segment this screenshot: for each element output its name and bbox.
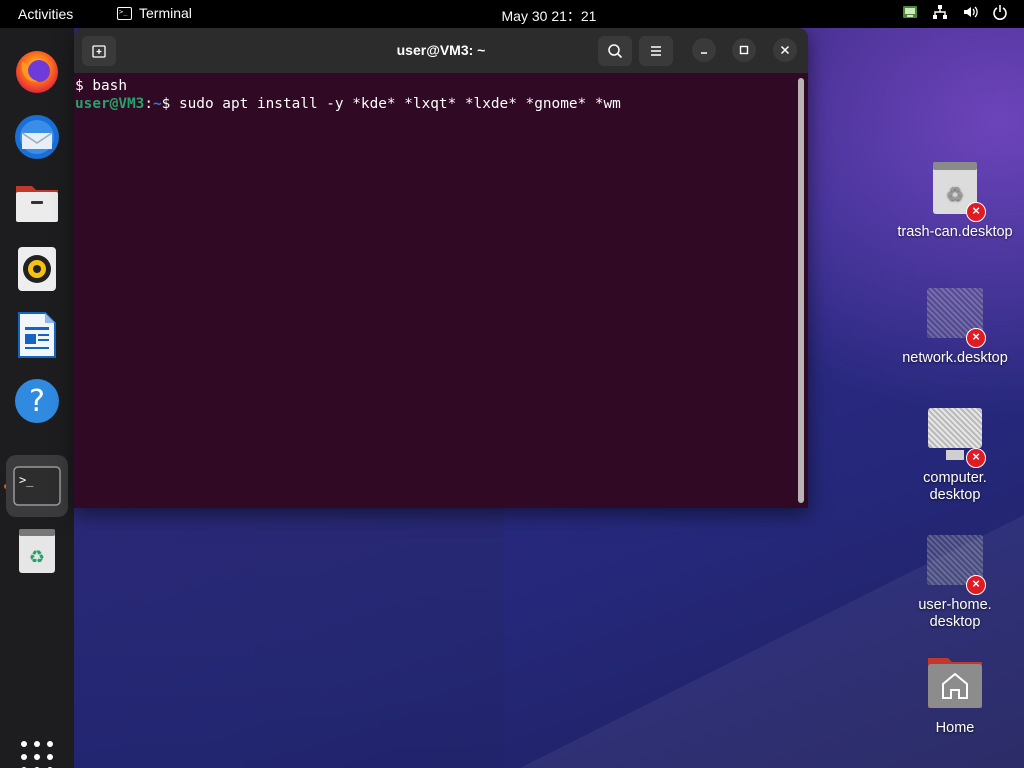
trash-file-icon: ♻ × xyxy=(926,160,986,222)
hamburger-menu-icon xyxy=(651,46,661,56)
minimize-icon xyxy=(701,52,707,54)
files-icon[interactable] xyxy=(12,178,62,228)
terminal-line: $ bash xyxy=(75,78,127,94)
system-tray[interactable] xyxy=(902,4,1008,20)
prompt-user: user@VM3 xyxy=(75,96,145,112)
desktop-icon-label: trash-can.desktop xyxy=(897,224,1013,240)
show-apps-icon[interactable] xyxy=(21,741,53,768)
terminal-line: user@VM3:~$ sudo apt install -y *kde* *l… xyxy=(75,95,808,113)
wallpaper-shade xyxy=(74,505,504,768)
dock: ? >_ ♻ xyxy=(0,28,74,768)
desktop-icon-label-line2: desktop xyxy=(929,614,981,630)
close-icon xyxy=(780,45,790,55)
error-badge-icon: × xyxy=(966,328,986,348)
desktop-icon-home[interactable]: Home xyxy=(890,656,1020,737)
terminal-output[interactable]: $ bash user@VM3:~$ sudo apt install -y *k… xyxy=(74,73,808,508)
search-icon xyxy=(608,44,623,59)
trash-icon[interactable]: ♻ xyxy=(12,526,62,576)
terminal-window[interactable]: user@VM3: ~ $ bash user@VM3:~$ sudo apt i… xyxy=(74,28,808,508)
desktop-icon-trash-can[interactable]: ♻ × trash-can.desktop xyxy=(890,160,1020,241)
command-text: sudo apt install -y *kde* *lxqt* *lxde* … xyxy=(178,96,621,112)
svg-text:♻: ♻ xyxy=(946,182,964,206)
desktop-icon-label-line2: desktop xyxy=(929,487,981,503)
svg-text:?: ? xyxy=(29,384,45,419)
help-icon[interactable]: ? xyxy=(12,376,62,426)
error-badge-icon: × xyxy=(966,448,986,468)
maximize-button[interactable] xyxy=(732,38,756,62)
network-icon[interactable] xyxy=(932,4,948,20)
desktop-icon-label-line1: user-home. xyxy=(918,597,992,613)
desktop-icon-computer[interactable]: × computer. desktop xyxy=(890,406,1020,504)
volume-icon[interactable] xyxy=(962,4,978,20)
top-bar: Activities >_ Terminal May 30 21：21 xyxy=(0,0,1024,28)
error-badge-icon: × xyxy=(966,202,986,222)
app-indicator-icon[interactable] xyxy=(902,4,918,20)
network-folder-icon: × xyxy=(926,286,986,348)
clock[interactable]: May 30 21：21 xyxy=(0,6,1024,26)
close-button[interactable] xyxy=(773,38,797,62)
error-badge-icon: × xyxy=(966,575,986,595)
firefox-icon[interactable] xyxy=(12,46,62,96)
prompt-symbol: $ xyxy=(161,96,179,112)
desktop-icon-network[interactable]: × network.desktop xyxy=(890,286,1020,367)
svg-text:>_: >_ xyxy=(19,473,34,487)
svg-text:♻: ♻ xyxy=(29,547,45,568)
search-button[interactable] xyxy=(598,36,632,66)
terminal-icon[interactable]: >_ xyxy=(6,455,68,517)
computer-file-icon: × xyxy=(926,406,986,468)
thunderbird-icon[interactable] xyxy=(12,112,62,162)
desktop-icon-label-line1: computer. xyxy=(923,470,987,486)
desktop-icon-user-home[interactable]: × user-home. desktop xyxy=(890,533,1020,631)
menu-button[interactable] xyxy=(639,36,673,66)
prompt-path: ~ xyxy=(152,96,162,112)
minimize-button[interactable] xyxy=(692,38,716,62)
home-folder-icon xyxy=(926,656,984,714)
prompt-separator: : xyxy=(144,96,153,112)
desktop-icon-label: network.desktop xyxy=(902,350,1008,366)
power-icon[interactable] xyxy=(992,4,1008,20)
rhythmbox-icon[interactable] xyxy=(12,244,62,294)
desktop-icon-label: Home xyxy=(935,720,975,736)
user-home-folder-icon: × xyxy=(926,533,986,595)
libreoffice-writer-icon[interactable] xyxy=(12,310,62,360)
terminal-scrollbar[interactable] xyxy=(798,78,804,503)
terminal-headerbar[interactable]: user@VM3: ~ xyxy=(74,28,808,73)
maximize-icon xyxy=(739,45,749,55)
